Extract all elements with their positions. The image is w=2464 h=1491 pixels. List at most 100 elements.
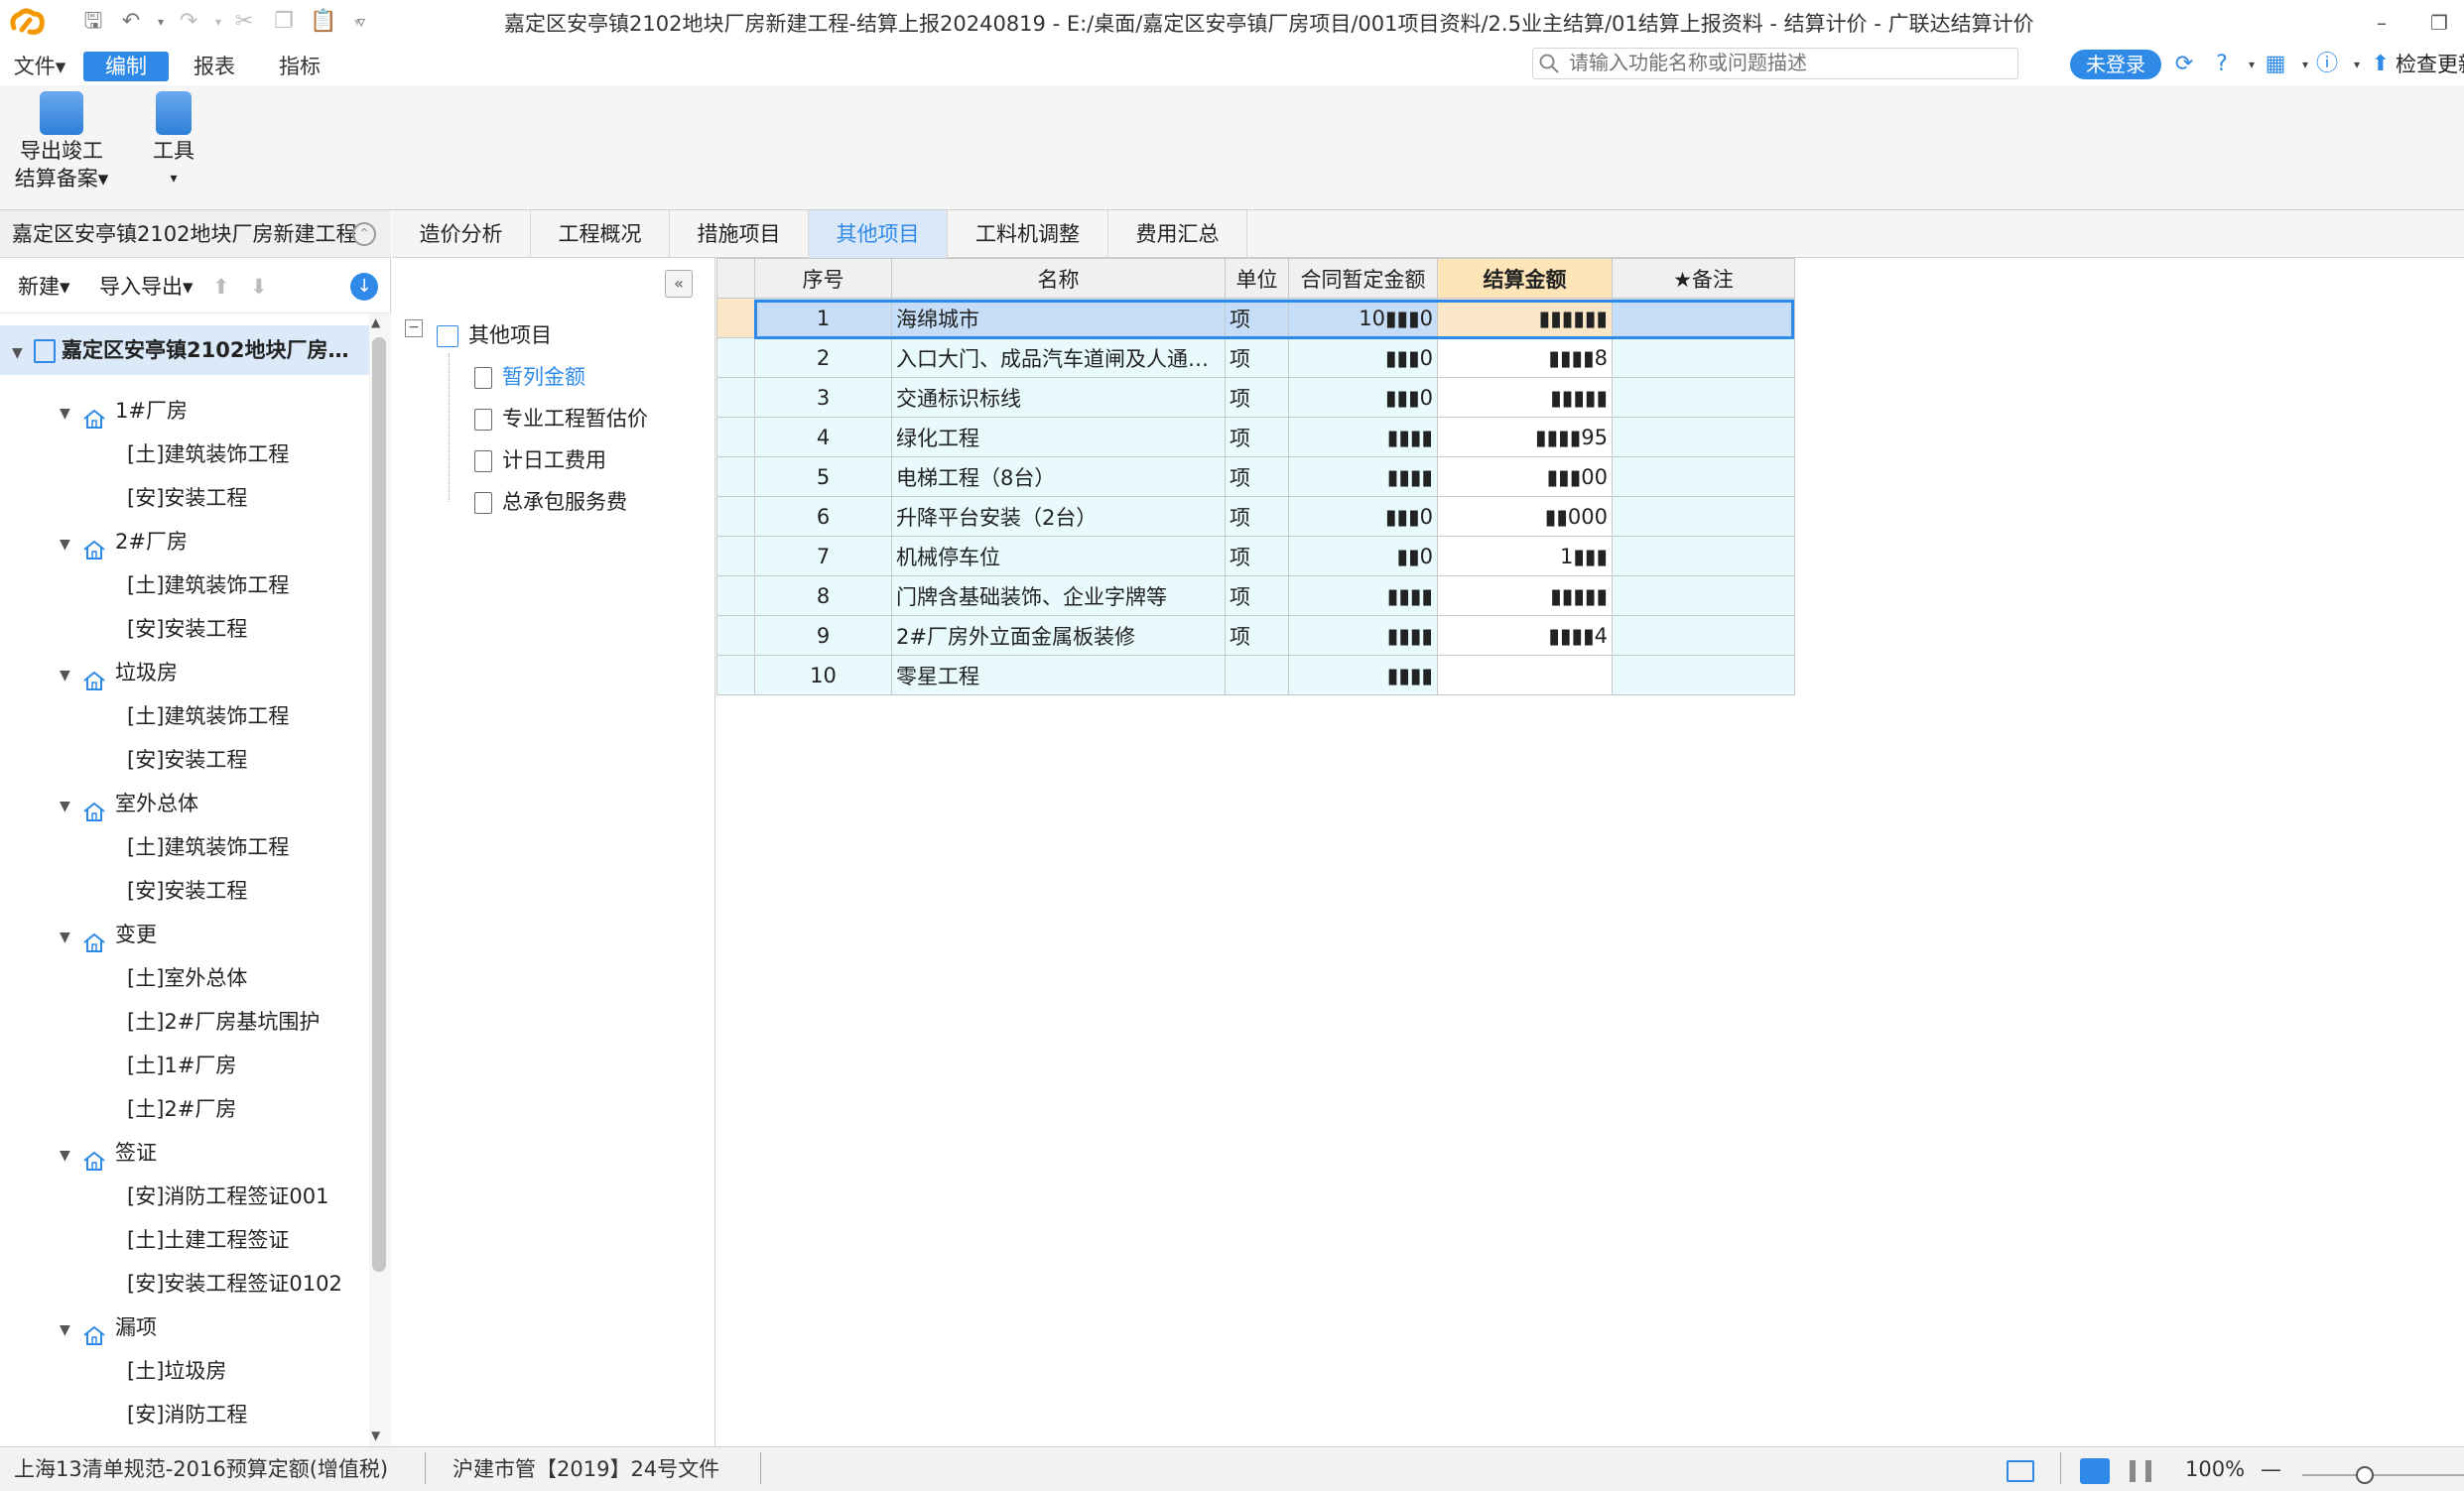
cell-unit[interactable]: 项 [1225,575,1289,616]
tree-root-project[interactable]: ▼ 嘉定区安亭镇2102地块厂房… [0,325,369,375]
tab-fee-summary[interactable]: 费用汇总 [1108,210,1247,258]
undo-dropdown-icon[interactable]: ▾ [147,8,175,36]
cell-contract-amount[interactable]: ▮▮▮▮ [1288,655,1438,695]
cell-no[interactable]: 5 [754,456,892,497]
tree-node-unit[interactable]: [安]安装工程 [0,476,369,520]
expand-arrow-icon[interactable]: ▼ [60,1134,81,1178]
menu-file[interactable]: 文件▾ [8,52,71,81]
zoom-slider-track[interactable] [2302,1474,2464,1476]
tree-node-unit[interactable]: [安]安装工程 [0,738,369,782]
dual-page-view-icon[interactable] [2130,1460,2151,1482]
search-input[interactable] [1532,48,2018,79]
tree-node-unit[interactable]: [土]建筑装饰工程 [0,694,369,738]
menu-edit[interactable]: 编制 [83,52,169,81]
row-indicator[interactable] [716,496,755,537]
expand-arrow-icon[interactable]: ▼ [60,654,81,697]
cell-unit[interactable] [1225,655,1289,695]
row-indicator[interactable] [716,377,755,418]
tree-node-unit[interactable]: [土]1#厂房 [0,1044,369,1087]
menu-report[interactable]: 报表 [185,52,244,81]
undo-icon[interactable]: ↶ [117,8,145,36]
col-header-contract-amount[interactable]: 合同暂定金额 [1288,258,1438,299]
tab-other-items[interactable]: 其他项目 [809,210,948,258]
row-indicator[interactable] [716,615,755,656]
cell-note[interactable] [1612,575,1795,616]
cell-contract-amount[interactable]: 10▮▮▮0 [1288,298,1438,338]
other-item-general-contract-fee[interactable]: 总承包服务费 [474,484,627,520]
scroll-up-arrow-icon[interactable]: ▲ [371,315,380,329]
cell-settle-amount[interactable]: ▮▮000 [1437,496,1613,537]
move-down-icon[interactable]: ⬇ [250,272,268,302]
table-row[interactable]: 6 升降平台安装（2台）项 ▮▮▮0 ▮▮000 [716,496,1795,537]
tree-node-group[interactable]: ▼ 垃圾房 [0,651,369,694]
export-archive-button[interactable]: 导出竣工 结算备案▾ [10,91,113,192]
cell-no[interactable]: 6 [754,496,892,537]
maximize-button[interactable]: ❐ [2421,6,2457,40]
customize-toolbar-icon[interactable]: ▿ [347,8,375,36]
tree-node-unit[interactable]: [土]垃圾房 [0,1349,369,1393]
table-row[interactable]: 4 绿化工程项 ▮▮▮▮ ▮▮▮▮95 [716,417,1795,457]
cell-settle-amount[interactable] [1437,655,1613,695]
col-header-name[interactable]: 名称 [891,258,1226,299]
view-mode-icon[interactable] [2007,1460,2034,1482]
cell-note[interactable] [1612,655,1795,695]
copy-icon[interactable]: ❐ [270,8,298,36]
cell-settle-amount[interactable]: ▮▮▮▮▮ [1437,575,1613,616]
tree-scroll-thumb[interactable] [372,337,386,1272]
cell-name[interactable]: 升降平台安装（2台） [891,496,1226,537]
cell-settle-amount[interactable]: ▮▮▮▮▮ [1437,377,1613,418]
table-row[interactable]: 7 机械停车位项 ▮▮0 1▮▮▮ [716,536,1795,576]
tree-node-unit[interactable]: [安]安装工程 [0,607,369,651]
tree-node-unit[interactable]: [土]建筑装饰工程 [0,433,369,476]
table-row[interactable]: 8 门牌含基础装饰、企业字牌等项 ▮▮▮▮ ▮▮▮▮▮ [716,575,1795,616]
expand-arrow-icon[interactable]: ▼ [60,523,81,566]
col-header-note[interactable]: ★备注 [1612,258,1795,299]
row-indicator[interactable] [716,417,755,457]
cell-note[interactable] [1612,377,1795,418]
cell-no[interactable]: 9 [754,615,892,656]
cell-note[interactable] [1612,496,1795,537]
cell-no[interactable]: 10 [754,655,892,695]
cell-note[interactable] [1612,536,1795,576]
cell-no[interactable]: 2 [754,337,892,378]
expand-arrow-icon[interactable]: ▼ [60,1308,81,1352]
row-indicator[interactable] [716,575,755,616]
other-item-provisional-sum[interactable]: 暂列金额 [474,359,585,395]
tree-node-unit[interactable]: [土]2#厂房 [0,1087,369,1131]
single-page-view-icon[interactable] [2080,1458,2110,1484]
cell-note[interactable] [1612,417,1795,457]
cell-name[interactable]: 电梯工程（8台） [891,456,1226,497]
expand-arrow-icon[interactable]: ▼ [60,916,81,959]
download-icon[interactable]: ↓ [350,273,378,301]
cell-contract-amount[interactable]: ▮▮▮0 [1288,377,1438,418]
row-indicator[interactable] [716,298,755,338]
expand-arrow-icon[interactable]: ▼ [12,328,34,378]
help-icon[interactable]: ? [2207,50,2237,79]
tree-node-unit[interactable]: [土]土建工程签证 [0,1218,369,1262]
paste-icon[interactable]: 📋 [310,8,337,36]
cell-name[interactable]: 交通标识标线 [891,377,1226,418]
cell-settle-amount[interactable]: 1▮▮▮ [1437,536,1613,576]
collapse-up-icon[interactable]: ⌃ [352,222,376,246]
tools-button[interactable]: 工具 ▾ [139,91,208,192]
cell-unit[interactable]: 项 [1225,536,1289,576]
cell-no[interactable]: 3 [754,377,892,418]
col-header-no[interactable]: 序号 [754,258,892,299]
scroll-down-arrow-icon[interactable]: ▼ [371,1429,380,1442]
cell-unit[interactable]: 项 [1225,456,1289,497]
collapse-panel-icon[interactable]: « [665,270,693,298]
tab-cost-analysis[interactable]: 造价分析 [392,210,531,258]
update-icon[interactable]: ⬆ [2366,50,2396,79]
import-export-button[interactable]: 导入导出▾ [99,272,194,302]
cell-note[interactable] [1612,337,1795,378]
col-header-unit[interactable]: 单位 [1225,258,1289,299]
cell-no[interactable]: 7 [754,536,892,576]
tree-node-unit[interactable]: [土]建筑装饰工程 [0,825,369,869]
cell-unit[interactable]: 项 [1225,417,1289,457]
zoom-out-button[interactable]: — [2261,1454,2281,1484]
cell-no[interactable]: 8 [754,575,892,616]
other-item-daywork[interactable]: 计日工费用 [474,442,606,478]
cell-contract-amount[interactable]: ▮▮0 [1288,536,1438,576]
cell-unit[interactable]: 项 [1225,298,1289,338]
tree-expand-toggle-icon[interactable]: − [405,319,423,337]
